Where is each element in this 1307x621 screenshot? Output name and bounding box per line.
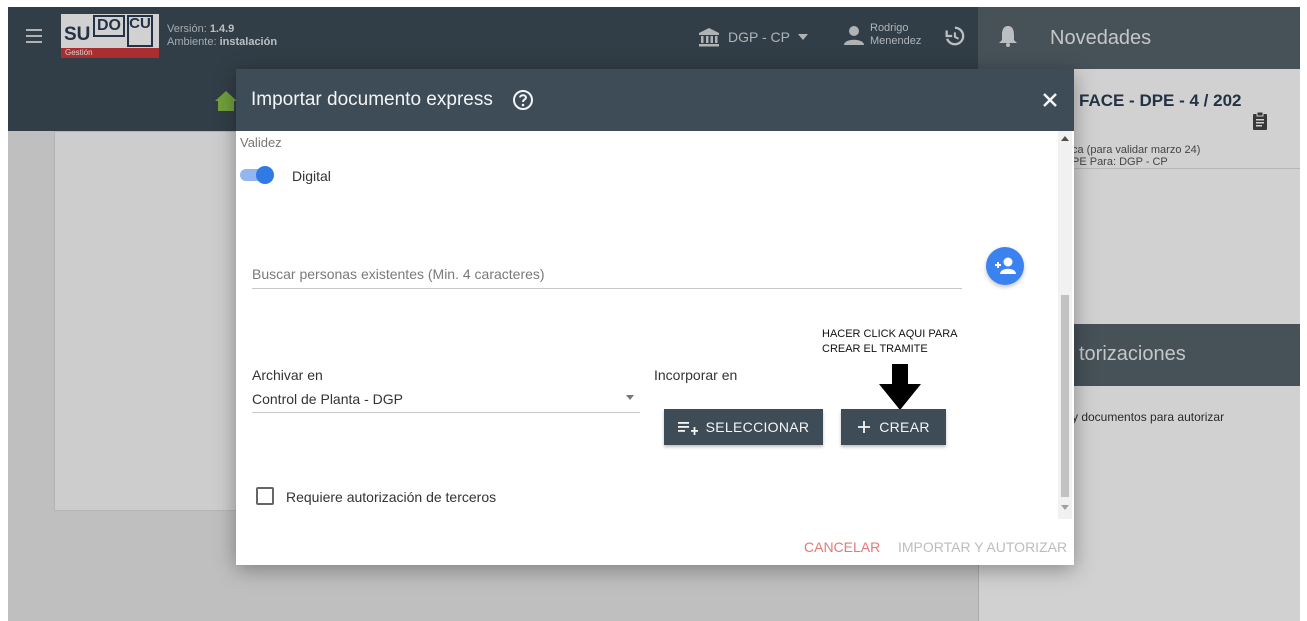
chevron-down-icon [626,395,634,400]
search-persons-input[interactable] [252,261,962,287]
incorporar-label: Incorporar en [654,367,738,383]
app-window: SU DO CU Gestión Versión: 1.4.9 Ambiente… [8,7,1300,621]
scrollbar[interactable] [1058,131,1072,519]
cancel-button[interactable]: CANCELAR [804,539,880,555]
add-person-icon [995,257,1016,274]
seleccionar-label: SELECCIONAR [705,419,810,435]
validez-label: Validez [240,135,282,150]
toggle-label: Digital [292,168,331,184]
checkbox-label: Requiere autorización de terceros [286,489,497,505]
dialog-header: Importar documento express [236,69,1074,131]
requires-authorization-checkbox[interactable] [256,487,274,505]
seleccionar-button[interactable]: SELECCIONAR [664,409,823,445]
add-person-button[interactable] [986,247,1024,285]
playlist-add-icon [677,422,698,435]
down-arrow-icon [879,364,921,410]
archivar-label: Archivar en [252,367,323,383]
import-document-dialog: Importar documento express Validez Digit… [236,69,1074,565]
scroll-up-icon[interactable] [1061,136,1069,141]
instruction-annotation: HACER CLICK AQUI PARA CREAR EL TRAMITE [822,327,958,357]
dialog-title: Importar documento express [251,89,493,110]
scroll-down-icon[interactable] [1061,505,1069,510]
close-icon[interactable] [1039,89,1061,111]
help-icon[interactable] [512,89,534,111]
annotation-line-2: CREAR EL TRAMITE [822,343,928,355]
annotation-line-1: HACER CLICK AQUI PARA [822,328,958,340]
page: SU DO CU Gestión Versión: 1.4.9 Ambiente… [0,0,1307,621]
archivar-value: Control de Planta - DGP [252,391,403,407]
scroll-thumb[interactable] [1061,295,1069,497]
import-and-authorize-button[interactable]: IMPORTAR Y AUTORIZAR [898,539,1067,555]
search-persons-field[interactable] [252,261,962,289]
crear-button[interactable]: CREAR [841,409,946,445]
digital-toggle[interactable] [240,166,274,184]
plus-icon [858,421,871,433]
archivar-select[interactable]: Control de Planta - DGP [252,383,640,413]
crear-label: CREAR [879,419,930,435]
